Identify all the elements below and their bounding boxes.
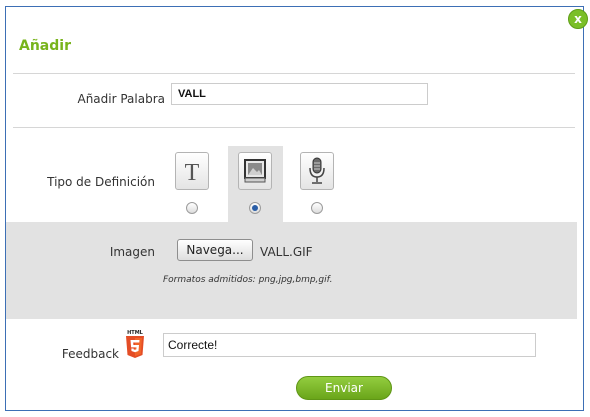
image-label: Imagen xyxy=(109,245,155,259)
definition-type-label: Tipo de Definición xyxy=(47,175,155,189)
type-text-radio[interactable] xyxy=(186,202,198,214)
image-panel xyxy=(6,222,577,319)
feedback-input[interactable]: Correcte! xyxy=(163,333,536,357)
divider xyxy=(13,73,575,74)
svg-text:T: T xyxy=(185,160,200,184)
svg-text:HTML: HTML xyxy=(127,330,144,336)
formats-note: Formatos admitidos: png,jpg,bmp,gif. xyxy=(163,275,333,285)
selected-file-name: VALL.GIF xyxy=(260,245,313,259)
browse-button[interactable]: Navega... xyxy=(177,239,253,261)
word-input[interactable]: VALL xyxy=(171,83,428,105)
dialog-title: Añadir xyxy=(19,38,71,54)
divider xyxy=(13,127,575,128)
submit-button[interactable]: Enviar xyxy=(296,376,392,400)
type-audio-radio[interactable] xyxy=(311,202,323,214)
text-icon[interactable]: T xyxy=(175,152,209,190)
feedback-label: Feedback xyxy=(61,347,119,361)
microphone-icon[interactable] xyxy=(300,152,334,190)
type-image-radio[interactable] xyxy=(249,202,261,214)
close-button[interactable]: x xyxy=(568,9,588,29)
word-label: Añadir Palabra xyxy=(77,92,165,106)
image-icon[interactable] xyxy=(238,152,272,190)
html5-icon[interactable]: HTML xyxy=(124,329,146,359)
